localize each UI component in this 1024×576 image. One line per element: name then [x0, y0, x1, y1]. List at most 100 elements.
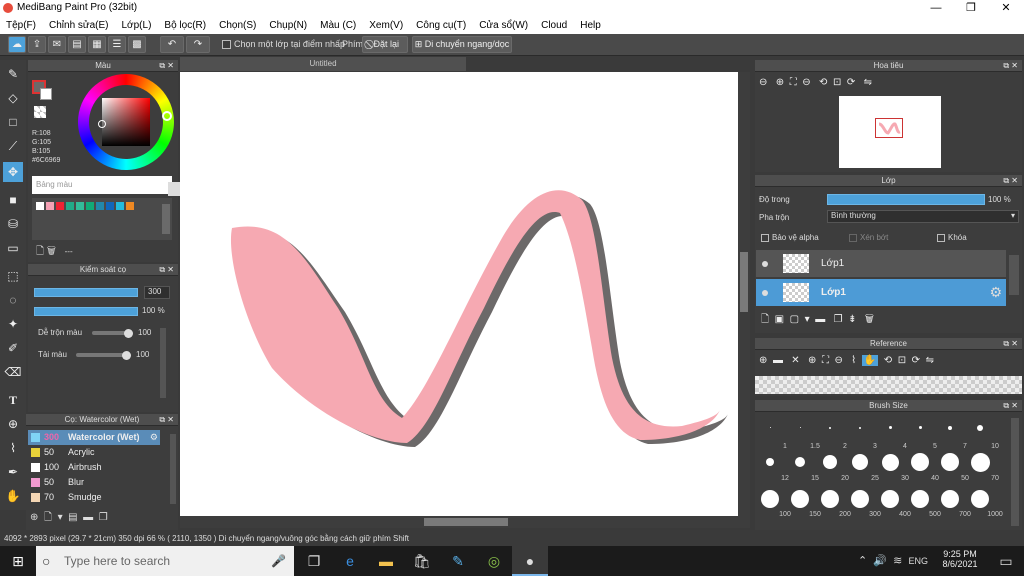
- brush-size-option[interactable]: 30: [875, 452, 909, 482]
- panel-controls-icon[interactable]: ⧉ ✕: [159, 264, 174, 276]
- menu-select[interactable]: Chọn(S): [219, 20, 256, 31]
- lock-checkbox[interactable]: [937, 233, 945, 242]
- microphone-icon[interactable]: 🎤: [271, 546, 286, 576]
- add-brush-icon[interactable]: ⊕: [30, 512, 38, 523]
- brush-item-smudge[interactable]: 70 Smudge: [28, 490, 160, 505]
- canvas-paper[interactable]: [180, 72, 738, 516]
- grid-icon[interactable]: ▩: [128, 36, 146, 53]
- brush-size-option[interactable]: 7: [935, 420, 967, 450]
- panel-controls-icon[interactable]: ⧉ ✕: [1003, 175, 1018, 187]
- upload-icon[interactable]: ⇪: [28, 36, 46, 53]
- brush-size-option[interactable]: 1: [755, 420, 787, 450]
- rotate-left-icon[interactable]: ⟲: [819, 77, 827, 88]
- protect-alpha-checkbox[interactable]: [761, 233, 769, 242]
- panel-controls-icon[interactable]: ⧉ ✕: [159, 414, 174, 426]
- ref-zoom-out-icon[interactable]: ⊖: [835, 355, 843, 366]
- rotate-reset-icon[interactable]: ⊡: [833, 77, 841, 88]
- select-eraser-tool-icon[interactable]: ⌫: [3, 362, 23, 382]
- eye-icon[interactable]: [762, 290, 768, 296]
- layer-blend-select[interactable]: Bình thường ▾: [827, 210, 1019, 223]
- language-indicator[interactable]: ENG: [909, 556, 929, 566]
- saturation-handle[interactable]: [98, 120, 106, 128]
- brush-list-scrollbar[interactable]: [170, 434, 176, 504]
- zoom-out-icon[interactable]: ⊖: [759, 77, 767, 88]
- brush-item-blur[interactable]: 50 Blur: [28, 475, 160, 490]
- sub-color-swatch[interactable]: [40, 88, 52, 100]
- layer-item[interactable]: Lớp1: [756, 250, 1006, 277]
- brush-item-acrylic[interactable]: 50 Acrylic: [28, 445, 160, 460]
- ink-knob[interactable]: [122, 351, 131, 360]
- brush-size-value[interactable]: 300: [144, 286, 170, 299]
- ref-fit-icon[interactable]: ⛶: [822, 355, 829, 366]
- taskbar-search[interactable]: Type here to search ○ 🎤: [36, 546, 294, 576]
- palette-scrollbar[interactable]: [162, 204, 170, 234]
- brush-size-option[interactable]: 300: [845, 488, 881, 518]
- layer-opacity-slider[interactable]: [827, 194, 985, 205]
- panel-controls-icon[interactable]: ⧉ ✕: [1003, 400, 1018, 412]
- brush-item-airbrush[interactable]: 100 Airbrush: [28, 460, 160, 475]
- menu-file[interactable]: Tệp(F): [6, 20, 36, 31]
- select-pen-tool-icon[interactable]: ✐: [3, 338, 23, 358]
- eye-icon[interactable]: [762, 261, 768, 267]
- new-brush-icon[interactable]: 🗋: [44, 512, 52, 523]
- gradient-tool-icon[interactable]: ▭: [3, 238, 23, 258]
- protect-alpha-option[interactable]: Bảo vệ alpha: [761, 233, 819, 242]
- palette-swatch[interactable]: [126, 202, 134, 210]
- select-layer-option[interactable]: Chọn một lớp tại điểm nhấp: [222, 39, 345, 50]
- menu-help[interactable]: Help: [580, 20, 601, 31]
- menu-window[interactable]: Cửa sổ(W): [479, 20, 528, 31]
- brush-size-option[interactable]: 4: [875, 420, 907, 450]
- brush-size-option[interactable]: 50: [935, 452, 969, 482]
- eyedropper-tool-icon[interactable]: ⌇: [3, 438, 23, 458]
- list-icon[interactable]: ☰: [108, 36, 126, 53]
- layer-menu-icon[interactable]: ▾: [805, 314, 810, 325]
- menu-tools[interactable]: Công cụ(T): [416, 20, 466, 31]
- delete-palette-icon[interactable]: 🗑: [47, 246, 56, 257]
- flip-icon[interactable]: ⇋: [864, 77, 872, 88]
- palette-swatch[interactable]: [66, 202, 74, 210]
- dot-tool-icon[interactable]: □: [3, 112, 23, 132]
- medibang-icon[interactable]: ◎: [476, 546, 512, 576]
- palette-swatch[interactable]: [76, 202, 84, 210]
- horizontal-scroll-thumb[interactable]: [424, 518, 508, 526]
- navigator-thumbnail[interactable]: [839, 96, 941, 168]
- fit-icon[interactable]: ⛶: [790, 77, 797, 88]
- clip-option[interactable]: Xén bớt: [849, 233, 888, 242]
- saturation-square[interactable]: [98, 98, 150, 146]
- select-layer-checkbox[interactable]: [222, 40, 231, 50]
- palette-swatch[interactable]: [96, 202, 104, 210]
- cloud-icon[interactable]: ☁: [8, 36, 26, 53]
- minimize-icon[interactable]: —: [920, 0, 952, 16]
- menu-snap[interactable]: Chụp(N): [269, 20, 307, 31]
- reset-button[interactable]: ⃠ Đặt lại: [362, 36, 408, 53]
- layer-folder-icon[interactable]: ▬: [815, 314, 825, 325]
- close-reference-icon[interactable]: ✕: [791, 355, 799, 366]
- fill-rect-tool-icon[interactable]: ■: [3, 190, 23, 210]
- bucket-tool-icon[interactable]: ⛁: [3, 214, 23, 234]
- brush-size-option[interactable]: 1000: [965, 488, 1003, 518]
- new-palette-icon[interactable]: 🗋: [36, 246, 44, 257]
- brush-size-option[interactable]: 25: [845, 452, 879, 482]
- palette-swatch[interactable]: [56, 202, 64, 210]
- menu-color[interactable]: Màu (C): [320, 20, 356, 31]
- chevron-up-icon[interactable]: ⌃: [858, 555, 867, 567]
- task-view-icon[interactable]: ❐: [296, 546, 332, 576]
- wifi-icon[interactable]: ≋: [893, 555, 902, 567]
- pen-tool-icon[interactable]: ✒: [3, 462, 23, 482]
- reference-view[interactable]: [755, 376, 1022, 394]
- menu-edit[interactable]: Chỉnh sửa(E): [49, 20, 109, 31]
- move-tool-icon[interactable]: ✥: [3, 162, 23, 182]
- magic-wand-tool-icon[interactable]: ✦: [3, 314, 23, 334]
- document-icon[interactable]: ▦: [88, 36, 106, 53]
- merge-layer-icon[interactable]: ⇟: [848, 314, 856, 325]
- duplicate-layer-icon[interactable]: ❐: [834, 314, 843, 325]
- brush-tool-icon[interactable]: ✎: [3, 64, 23, 84]
- brush-size-option[interactable]: 20: [815, 452, 849, 482]
- panel-controls-icon[interactable]: ⧉ ✕: [159, 60, 174, 72]
- brush-copy-icon[interactable]: ❐: [99, 512, 108, 523]
- delete-layer-icon[interactable]: 🗑: [865, 314, 874, 325]
- ref-zoom-in-icon[interactable]: ⊕: [808, 355, 816, 366]
- brush-folder-icon[interactable]: ▬: [83, 512, 93, 523]
- redo-icon[interactable]: ↷: [186, 36, 210, 53]
- palette-swatch[interactable]: [46, 202, 54, 210]
